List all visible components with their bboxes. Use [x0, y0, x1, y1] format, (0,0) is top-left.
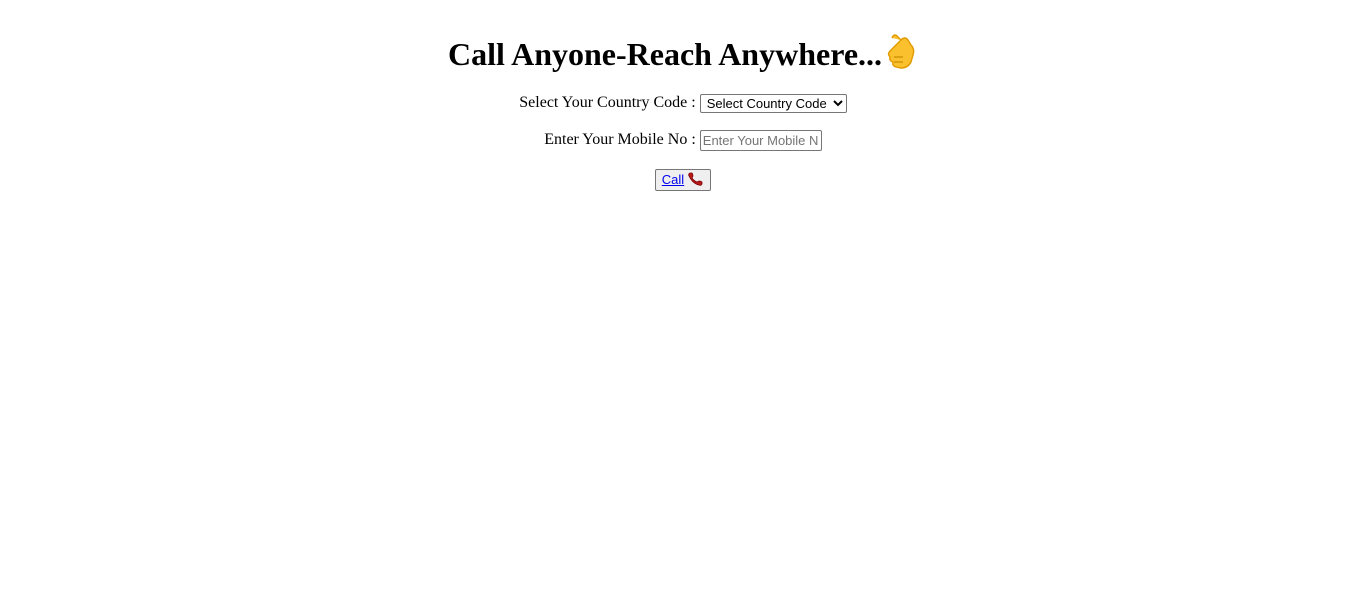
call-row: Call: [0, 169, 1366, 191]
page-title: Call Anyone-Reach Anywhere...: [0, 0, 1366, 73]
page-title-text: Call Anyone-Reach Anywhere...: [447, 36, 883, 72]
mobile-number-input[interactable]: [699, 130, 822, 151]
call-button[interactable]: Call: [654, 169, 712, 191]
mobile-number-label: Enter Your Mobile No :: [544, 131, 696, 149]
call-link[interactable]: Call: [662, 172, 704, 187]
country-code-row: Select Your Country Code : Select Countr…: [0, 93, 1366, 113]
call-me-hand-icon: [884, 33, 918, 71]
page: Call Anyone-Reach Anywhere... Select You…: [0, 0, 1366, 191]
call-button-label: Call: [661, 172, 685, 187]
country-code-label: Select Your Country Code :: [519, 94, 696, 111]
mobile-number-row: Enter Your Mobile No :: [0, 130, 1366, 151]
country-code-select[interactable]: Select Country Code: [699, 93, 847, 113]
telephone-receiver-icon: [687, 172, 704, 186]
